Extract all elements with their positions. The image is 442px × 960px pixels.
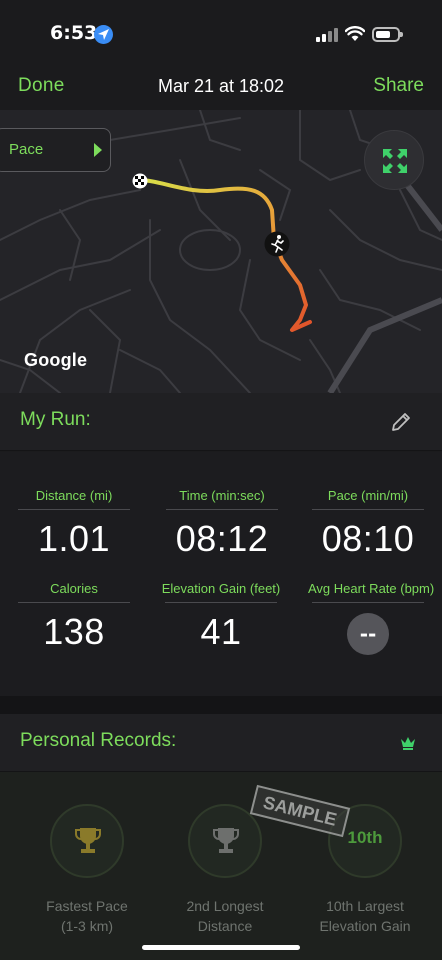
cellular-signal-icon xyxy=(316,28,340,42)
stat-label: Elevation Gain (feet) xyxy=(161,581,281,596)
metric-selector[interactable]: Pace xyxy=(0,128,111,172)
nav-bar: Done Mar 21 at 18:02 Share xyxy=(0,62,442,110)
stat-label: Calories xyxy=(50,581,98,596)
stat-calories: Calories 138 xyxy=(14,581,134,653)
stat-elevation-gain: Elevation Gain (feet) 41 xyxy=(161,581,281,653)
stat-value: 41 xyxy=(200,611,242,652)
trophy-gold-icon xyxy=(75,828,101,853)
stat-label: Pace (min/mi) xyxy=(327,488,409,503)
stat-value: 08:12 xyxy=(175,518,269,559)
chevron-right-icon xyxy=(94,143,102,157)
stat-label: Distance (mi) xyxy=(35,488,113,503)
record-label: 10th Largest Elevation Gain xyxy=(319,898,411,934)
google-attribution: Google xyxy=(24,350,88,370)
stat-value: 1.01 xyxy=(37,518,111,559)
stat-label: Avg Heart Rate (bpm) xyxy=(308,581,435,596)
wifi-icon xyxy=(345,26,365,41)
status-time: 6:53 xyxy=(50,22,98,44)
expand-icon xyxy=(383,149,407,173)
runner-icon xyxy=(264,231,290,257)
status-bar: 6:53 xyxy=(0,0,442,62)
my-run-title: My Run: xyxy=(20,409,91,430)
record-badge xyxy=(188,804,262,878)
location-arrow-icon xyxy=(94,25,113,44)
section-divider xyxy=(0,696,442,714)
share-button[interactable]: Share xyxy=(373,75,424,97)
route-map[interactable]: Pace Google xyxy=(0,110,442,393)
trophy-silver-icon xyxy=(213,828,239,853)
stat-value: 138 xyxy=(43,611,105,652)
record-label: 2nd Longest Distance xyxy=(186,898,264,934)
stat-avg-heart-rate: Avg Heart Rate (bpm) -- xyxy=(308,581,435,655)
edit-pencil-icon[interactable] xyxy=(389,410,413,434)
stat-time: Time (min:sec) 08:12 xyxy=(162,488,282,560)
heart-rate-badge: -- xyxy=(347,613,389,655)
stat-value: 08:10 xyxy=(321,518,415,559)
record-fastest-pace[interactable]: Fastest Pace (1-3 km) xyxy=(12,804,162,936)
personal-records-title: Personal Records: xyxy=(20,730,177,751)
metric-selector-label: Pace xyxy=(9,141,44,158)
stat-distance: Distance (mi) 1.01 xyxy=(14,488,134,560)
my-run-header: My Run: xyxy=(0,393,442,451)
record-2nd-longest-distance[interactable]: 2nd Longest Distance xyxy=(150,804,300,936)
finish-flag-icon xyxy=(132,173,148,189)
crown-icon xyxy=(401,737,415,750)
personal-records: Fastest Pace (1-3 km) 2nd Longest Distan… xyxy=(0,772,442,960)
expand-map-button[interactable] xyxy=(364,130,424,190)
record-badge xyxy=(50,804,124,878)
home-indicator[interactable] xyxy=(142,945,300,950)
record-label: Fastest Pace (1-3 km) xyxy=(46,898,128,934)
battery-icon xyxy=(372,27,403,42)
stat-label: Time (min:sec) xyxy=(179,488,265,503)
stat-pace: Pace (min/mi) 08:10 xyxy=(308,488,428,560)
personal-records-header[interactable]: Personal Records: xyxy=(0,714,442,772)
run-stats: Distance (mi) 1.01 Time (min:sec) 08:12 … xyxy=(0,452,442,696)
